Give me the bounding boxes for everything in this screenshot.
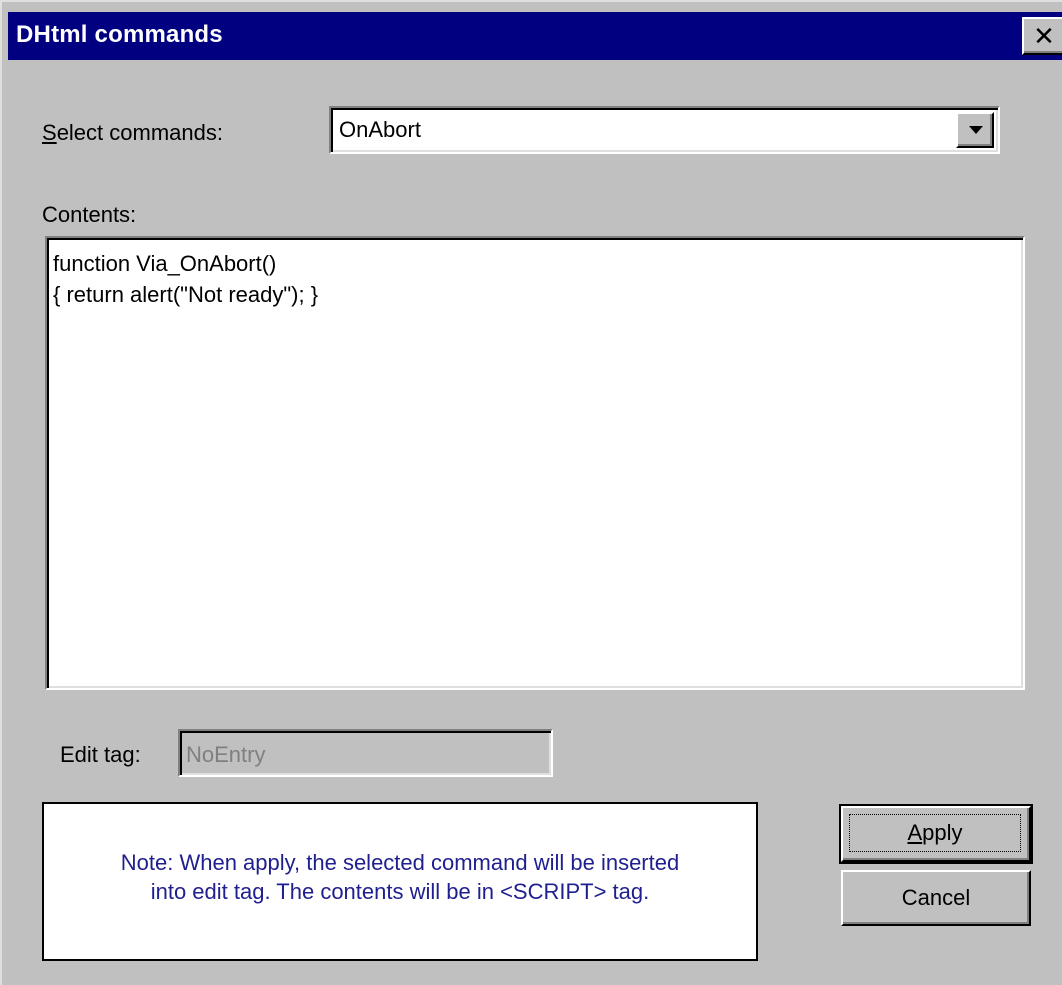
contents-label: Contents:	[42, 202, 137, 227]
select-commands-label: Select commands:	[42, 120, 223, 145]
note-box: Note: When apply, the selected command w…	[42, 802, 758, 961]
contents-code: function Via_OnAbort() { return alert("No…	[53, 248, 318, 310]
dropdown-arrow-icon[interactable]	[956, 112, 994, 148]
select-commands-dropdown[interactable]: OnAbort	[329, 106, 1000, 154]
apply-button-label: Apply	[849, 814, 1021, 852]
code-line: { return alert("Not ready"); }	[53, 282, 319, 307]
apply-button[interactable]: Apply	[839, 804, 1033, 864]
note-line-1: Note: When apply, the selected command w…	[120, 850, 680, 875]
edit-tag-field[interactable]: NoEntry	[178, 729, 553, 777]
window-title: DHtml commands	[16, 21, 223, 48]
cancel-button[interactable]: Cancel	[841, 870, 1031, 926]
note-text: Note: When apply, the selected command w…	[44, 848, 756, 906]
dhtml-commands-dialog: DHtml commands ✕ Select commands: OnAbor…	[0, 0, 1062, 985]
title-bar[interactable]: DHtml commands ✕	[8, 12, 1062, 60]
edit-tag-label: Edit tag:	[60, 742, 141, 767]
close-icon: ✕	[1033, 21, 1055, 51]
note-line-2: into edit tag. The contents will be in <…	[150, 879, 650, 904]
edit-tag-value: NoEntry	[186, 742, 266, 767]
code-line: function Via_OnAbort()	[53, 251, 277, 276]
close-button[interactable]: ✕	[1022, 17, 1062, 55]
contents-textarea[interactable]: function Via_OnAbort() { return alert("No…	[45, 236, 1025, 690]
selected-command-value: OnAbort	[339, 117, 421, 142]
